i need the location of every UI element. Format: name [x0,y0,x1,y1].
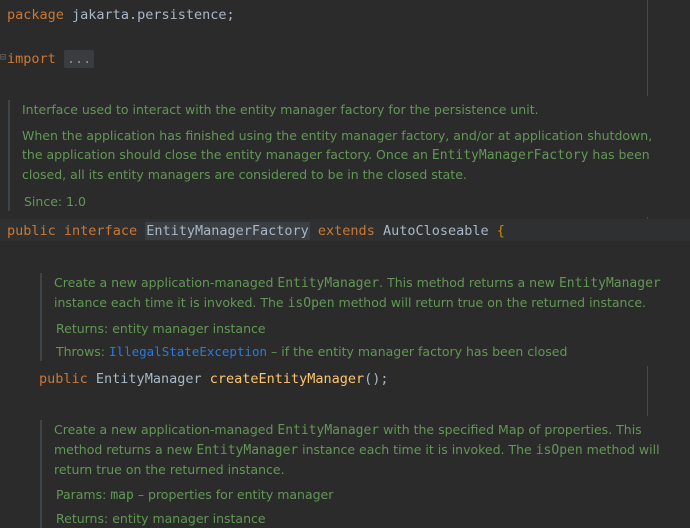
throws-description: – if the entity manager factory has been… [267,344,568,359]
interface-keyword: interface [63,223,138,239]
right-margin-guide [647,366,648,416]
class-doc-code: EntityManagerFactory [431,148,589,163]
param-name: map [110,488,134,503]
method-javadoc: Create a new application-managed EntityM… [40,420,664,528]
doc-code: isOpen [287,296,335,311]
method-signature: public EntityManager createEntityManager… [39,370,389,388]
method-doc-description: Create a new application-managed EntityM… [54,273,664,313]
doc-text: instance each time it is invoked. The [298,442,536,457]
import-fold-placeholder[interactable]: ... [63,50,95,68]
right-margin-guide [647,0,648,96]
method-parens: (); [364,371,389,387]
doc-text: instance each time it is invoked. The [54,295,288,310]
interface-name[interactable]: EntityManagerFactory [145,222,310,240]
returns-value: entity manager instance [112,511,266,526]
fold-toggle-icon[interactable]: ⊟ [0,52,6,63]
returns-label: Returns: [56,321,109,336]
params-label: Params: [56,487,107,502]
throws-row: Throws: IllegalStateException – if the e… [54,342,664,361]
exception-link[interactable]: IllegalStateException [109,344,267,359]
returns-label: Returns: [56,511,109,526]
returns-row: Returns: entity manager instance [54,509,664,528]
param-description: – properties for entity manager [133,487,334,502]
params-row: Params: map – properties for entity mana… [54,485,664,505]
import-line: import ... [7,50,95,68]
class-doc-paragraph-1: Interface used to interact with the enti… [22,102,539,117]
method-doc-description: Create a new application-managed EntityM… [54,420,664,479]
class-doc-paragraph-2: When the application has finished using … [22,126,674,184]
doc-text: Create a new application-managed [54,275,278,290]
doc-code: EntityManager [196,443,299,458]
import-keyword: import [7,51,56,67]
open-brace: { [496,223,505,239]
returns-row: Returns: entity manager instance [54,319,664,338]
doc-code: EntityManager [277,276,380,291]
since-label: Since: [24,194,63,209]
doc-code: EntityManager [277,423,380,438]
since-value: 1.0 [66,194,86,209]
doc-code: isOpen [535,443,583,458]
package-keyword: package [7,7,64,23]
method-javadoc: Create a new application-managed EntityM… [40,273,664,361]
returns-value: entity manager instance [112,321,266,336]
doc-text: Create a new application-managed [54,422,278,437]
interface-declaration: public interface EntityManagerFactory ex… [7,222,505,240]
package-line: package jakarta.persistence; [7,6,235,24]
super-interface-name[interactable]: AutoCloseable [383,223,489,239]
class-javadoc: Interface used to interact with the enti… [8,100,674,211]
doc-code: EntityManager [558,276,661,291]
extends-keyword: extends [317,223,375,239]
return-type[interactable]: EntityManager [96,371,202,387]
method-name[interactable]: createEntityManager [210,371,364,387]
public-keyword: public [39,371,88,387]
doc-text: . This method returns a new [379,275,559,290]
doc-text: method will return true on the returned … [334,295,646,310]
public-keyword: public [7,223,56,239]
throws-label: Throws: [56,344,106,359]
since-row: Since: 1.0 [22,192,674,211]
package-name: jakarta.persistence; [72,7,235,23]
